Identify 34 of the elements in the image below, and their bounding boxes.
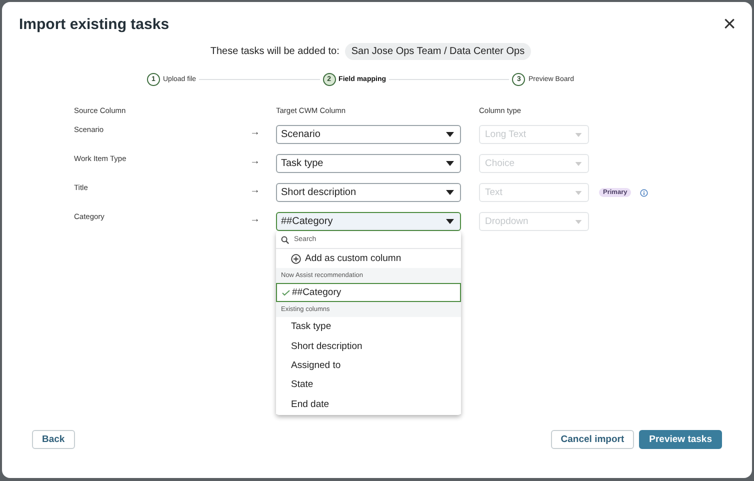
caret-icon [446, 132, 454, 137]
arrow-icon: → [250, 214, 276, 225]
target-column-select[interactable]: Scenario [276, 125, 461, 144]
add-custom-column-option[interactable]: Add as custom column [276, 249, 461, 268]
arrow-icon: → [250, 185, 276, 196]
target-column-select[interactable]: Task type [276, 154, 461, 173]
arrow-icon: → [250, 127, 276, 138]
target-column-select[interactable]: ##Category [276, 212, 461, 231]
dropdown-option[interactable]: State [276, 375, 461, 394]
info-icon[interactable] [640, 188, 648, 196]
dropdown-option[interactable]: Task type [276, 317, 461, 337]
destination-label: These tasks will be added to: [210, 46, 340, 57]
add-circle-icon [291, 254, 301, 264]
search-icon [281, 236, 289, 244]
caret-icon [446, 190, 454, 195]
caret-icon [575, 162, 582, 166]
caret-icon [575, 190, 582, 194]
check-icon [282, 290, 290, 296]
dropdown-option[interactable]: Assigned to [276, 356, 461, 376]
caret-icon [575, 132, 582, 136]
dropdown-option[interactable]: Short description [276, 336, 461, 356]
dropdown-option[interactable]: End date [276, 394, 461, 414]
caret-icon [575, 220, 582, 224]
destination-chip: San Jose Ops Team / Data Center Ops [345, 43, 531, 60]
dialog-title: Import existing tasks [19, 16, 170, 32]
primary-button[interactable]: Preview tasks [639, 430, 722, 449]
caret-icon [446, 161, 454, 166]
caret-icon [446, 219, 454, 224]
dropdown-option[interactable]: ##Category [276, 283, 461, 302]
secondary-button[interactable]: Cancel import [550, 430, 634, 449]
secondary-button[interactable]: Back [32, 430, 75, 449]
arrow-icon: → [250, 156, 276, 167]
close-button[interactable]: × [723, 14, 736, 34]
target-column-select[interactable]: Short description [276, 183, 461, 202]
